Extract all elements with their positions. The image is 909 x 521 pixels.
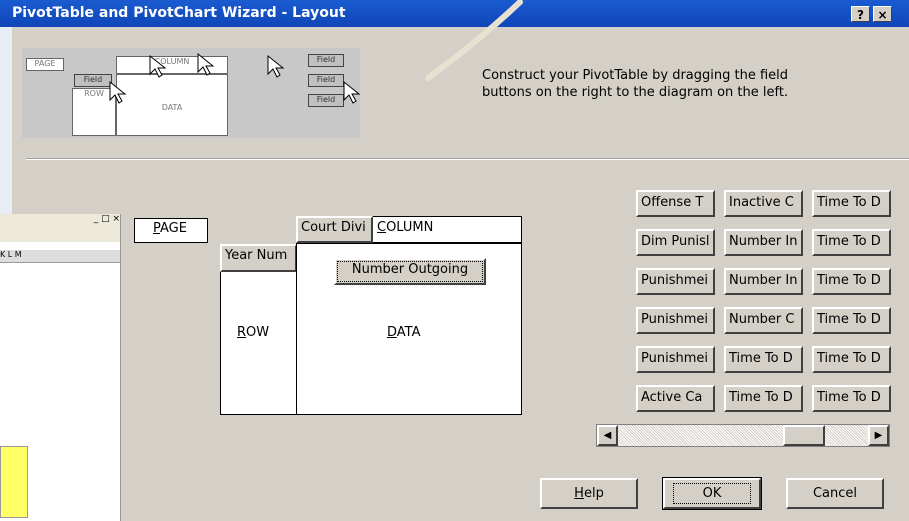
page-area[interactable]: PAGE: [134, 218, 208, 243]
excel-window-controls: _ □ ×: [0, 214, 120, 228]
data-area-label: DATA: [387, 325, 421, 340]
field-button[interactable]: Inactive C: [724, 190, 803, 217]
ok-button[interactable]: OK: [662, 477, 762, 510]
illus-field-button: Field: [308, 54, 344, 67]
illus-field-button: Field: [308, 74, 344, 87]
column-field-button[interactable]: Court Divi: [296, 216, 373, 243]
help-caption-button[interactable]: ?: [851, 6, 870, 22]
field-button[interactable]: Time To D: [812, 307, 891, 334]
cursor-arrow-icon: [109, 80, 127, 104]
excel-column-header: K L M: [0, 250, 120, 263]
window-title: PivotTable and PivotChart Wizard - Layou…: [12, 5, 346, 21]
cancel-button[interactable]: Cancel: [786, 478, 884, 509]
field-button[interactable]: Offense T: [636, 190, 715, 217]
close-caption-button[interactable]: ×: [873, 6, 892, 22]
field-button[interactable]: Punishmei: [636, 346, 715, 373]
page-area-label: AGE: [160, 221, 187, 236]
field-button[interactable]: Number In: [724, 229, 803, 256]
data-field-button[interactable]: Number Outgoing: [334, 258, 486, 285]
field-button[interactable]: Time To D: [812, 346, 891, 373]
background-excel-window: _ □ × K L M: [0, 214, 121, 521]
field-button[interactable]: Punishmei: [636, 268, 715, 295]
cursor-arrow-icon: [149, 54, 167, 78]
illus-page-box: PAGE: [26, 58, 64, 71]
field-button[interactable]: Time To D: [812, 268, 891, 295]
cursor-arrow-icon: [267, 54, 285, 78]
field-button[interactable]: Time To D: [812, 190, 891, 217]
scroll-left-icon[interactable]: ◀: [597, 425, 618, 446]
instructions-text: Construct your PivotTable by dragging th…: [482, 68, 789, 100]
cursor-arrow-icon: [343, 80, 361, 104]
focus-rectangle: [673, 483, 751, 504]
field-button[interactable]: Time To D: [724, 385, 803, 412]
cursor-arrow-icon: [197, 52, 215, 76]
excel-toolbar: [0, 228, 120, 242]
illus-data-box: DATA: [116, 74, 228, 136]
row-field-button[interactable]: Year Num: [220, 244, 297, 272]
field-button[interactable]: Dim Punisl: [636, 229, 715, 256]
field-button[interactable]: Punishmei: [636, 307, 715, 334]
row-area-label: ROW: [237, 325, 270, 340]
field-button[interactable]: Active Ca: [636, 385, 715, 412]
field-button[interactable]: Number C: [724, 307, 803, 334]
help-button[interactable]: Help: [540, 478, 638, 509]
scroll-thumb[interactable]: [783, 425, 825, 446]
field-button[interactable]: Time To D: [812, 385, 891, 412]
field-button[interactable]: Time To D: [812, 229, 891, 256]
column-area-label: COLUMN: [377, 220, 434, 235]
field-buttons-grid: Offense T Inactive C Time To D Dim Punis…: [636, 190, 892, 420]
layout-illustration: PAGE COLUMN ROW DATA Field Field Field F…: [22, 48, 361, 138]
field-button[interactable]: Time To D: [724, 346, 803, 373]
excel-sticky-note: [0, 446, 28, 518]
field-button[interactable]: Number In: [724, 268, 803, 295]
fields-horizontal-scrollbar[interactable]: ◀ ▶: [596, 424, 890, 447]
illus-field-button: Field: [74, 74, 112, 87]
scroll-right-icon[interactable]: ▶: [868, 425, 889, 446]
illus-field-button: Field: [308, 94, 344, 107]
separator: [26, 158, 909, 160]
page-area-accesskey: P: [153, 221, 161, 236]
